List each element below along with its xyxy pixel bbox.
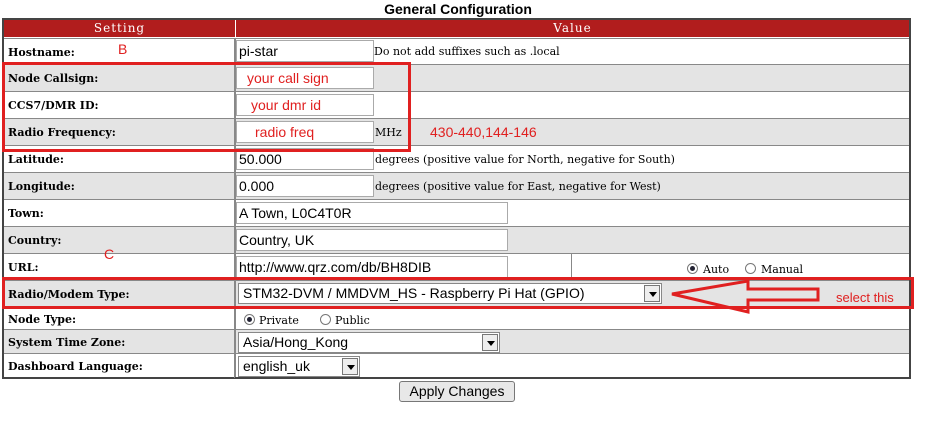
arrow-annotation	[671, 279, 820, 314]
red-arrow-icon	[671, 279, 820, 314]
